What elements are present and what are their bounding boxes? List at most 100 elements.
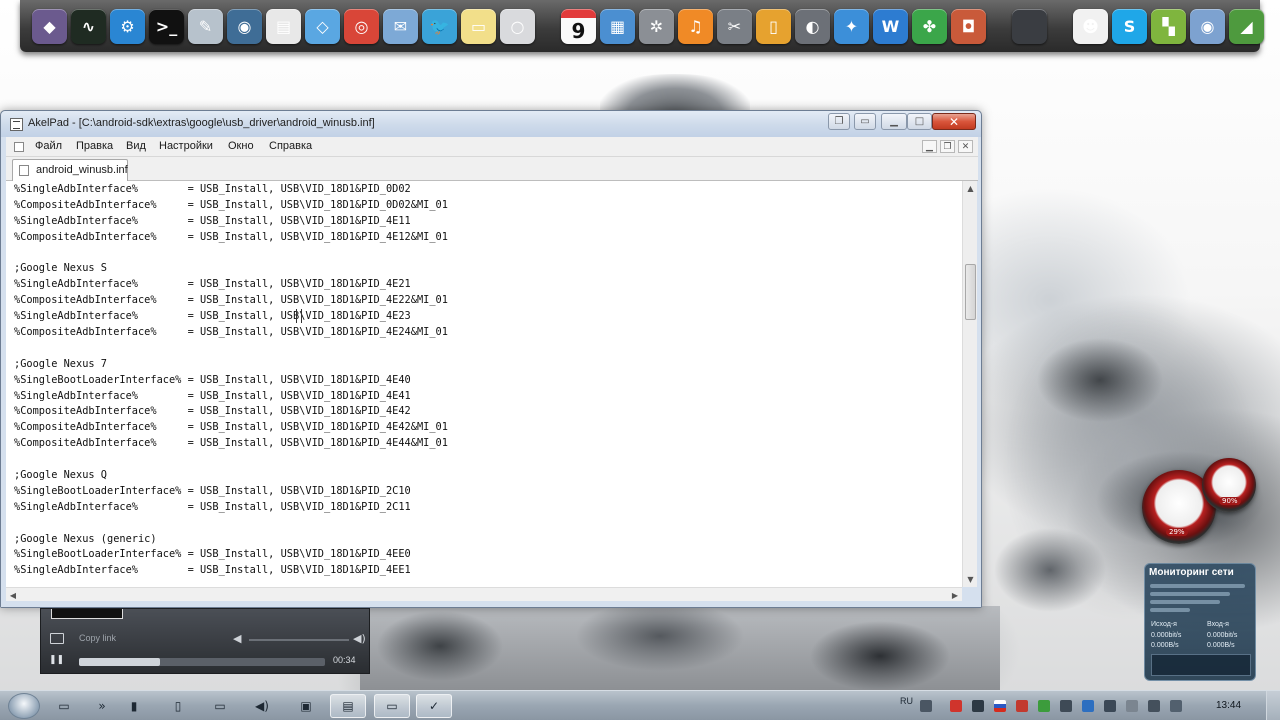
taskbar-clock[interactable]: 13:44 [1216,700,1241,711]
notepad-icon[interactable]: ▤ [266,8,301,44]
taskbar-folder-icon[interactable]: ▮ [116,694,152,718]
dock: ◆ ∿ ⚙ >_ ✎ ◉ ▤ ◇ ◎ ✉ 🐦 ▭ ○ 9 ▦ ✲ ♫ ✂ ▯ ◐ ✦ W ✤ ◘ ☻ S ▚ ◉ ◢ [20,0,1264,52]
volume-low-icon[interactable]: ◀ [233,632,241,645]
code-line: %CompositeAdbInterface% = USB_Install, U… [14,437,448,450]
russian-flag-icon[interactable] [994,700,1006,712]
photo-tool-icon[interactable]: ✂ [717,8,752,44]
disk-utility-icon[interactable]: ◉ [227,8,262,44]
copy-link-label[interactable]: Copy link [79,633,116,643]
taskbar-window-icon[interactable]: ▭ [202,694,238,718]
menu-window[interactable]: Окно [228,140,254,152]
scroll-left-icon[interactable]: ◀ [6,588,20,602]
system-preferences-icon[interactable]: ⚙ [110,8,145,44]
taskbar-overflow-icon[interactable]: » [84,694,120,718]
terminal-icon[interactable]: >_ [149,8,184,44]
wunderlist-icon[interactable]: W [873,8,908,44]
tray-record-icon[interactable] [950,700,962,712]
network-monitor-title: Мониторинг сети [1149,567,1234,578]
close-button[interactable]: ✕ [932,113,976,130]
contacts-icon[interactable]: ☻ [1073,8,1108,44]
tab-bar: android_winusb.inf [6,157,978,181]
menu-view[interactable]: Вид [126,140,146,152]
ibooks-icon[interactable]: ▯ [756,8,791,44]
skype-icon[interactable]: S [1112,8,1147,44]
volume-icon[interactable] [1170,700,1182,712]
menu-help[interactable]: Справка [269,140,312,152]
text-editor[interactable]: %SingleAdbInterface% = USB_Install, USB\… [6,181,962,587]
akelpad-app-icon[interactable] [10,118,23,131]
share-icon[interactable] [50,633,64,644]
tray-device-icon[interactable] [1104,700,1116,712]
blank-app-icon[interactable] [1012,8,1047,44]
launchpad-icon[interactable]: ◆ [32,8,67,44]
show-desktop-button[interactable] [1266,691,1280,720]
safari-icon[interactable]: ✦ [834,8,869,44]
microsoft-icon[interactable]: ▚ [1151,8,1186,44]
mdi-restore-button[interactable]: ❐ [940,140,955,153]
taskbar-gallery-icon[interactable]: ▣ [288,694,324,718]
vertical-scrollbar[interactable]: ▲ ▼ [962,181,977,587]
incoming-label: Вход-я [1207,621,1229,628]
tray-arrow-icon[interactable] [920,700,932,712]
sysmon-icon[interactable]: ◐ [795,8,830,44]
taskbar-audio-icon[interactable]: ◀) [244,694,280,718]
vertical-scroll-thumb[interactable] [965,264,976,320]
twitter-icon[interactable]: 🐦 [422,8,457,44]
tray-bluetooth-icon[interactable] [1082,700,1094,712]
minimize-button[interactable]: ▁ [881,113,907,130]
media-progress-bar[interactable] [79,658,325,666]
volume-high-icon[interactable]: ◀) [353,632,366,645]
finder-icon[interactable]: ○ [500,8,535,44]
scroll-up-icon[interactable]: ▲ [963,181,978,196]
evernote-icon[interactable]: ✤ [912,8,947,44]
taskbar: ▭ » ▮ ▯ ▭ ◀) ▣ ▤ ▭ ✓ RU 13:44 [0,690,1280,720]
browser-icon[interactable]: ◉ [1190,8,1225,44]
blurred-text-line [1150,608,1190,612]
language-indicator[interactable]: RU [900,696,913,706]
tray-network-icon[interactable] [1060,700,1072,712]
scroll-down-icon[interactable]: ▼ [963,572,978,587]
tray-signal-icon[interactable] [1148,700,1160,712]
network-icon[interactable]: ✲ [639,8,674,44]
activity-monitor-icon[interactable]: ∿ [71,8,106,44]
document-menu-icon[interactable] [14,142,24,152]
code-line: %SingleAdbInterface% = USB_Install, USB\… [14,564,411,577]
maximize-button[interactable]: □ [907,113,932,130]
taskbar-explorer-icon[interactable]: ▭ [46,694,82,718]
dropbox-icon[interactable]: ◇ [305,8,340,44]
mail-icon[interactable]: ✉ [383,8,418,44]
tray-monitor-icon[interactable] [972,700,984,712]
preview-icon[interactable]: ▦ [600,8,635,44]
tab-android-winusb[interactable]: android_winusb.inf [12,159,128,181]
restore-icon[interactable]: ❐ [828,113,850,130]
grapher-icon[interactable]: ◢ [1229,8,1264,44]
pin-icon[interactable]: ▭ [854,113,876,130]
taskbar-akelpad-icon[interactable]: ▤ [330,694,366,718]
title-bar[interactable]: AkelPad - [C:\android-sdk\extras\google\… [1,111,981,137]
incoming-rate: 0.000bit/s [1207,632,1238,639]
code-line: ;Google Nexus Q [14,469,107,482]
network-monitor-gadget[interactable]: Мониторинг сети Исход-я Вход-я 0.000bit/… [1144,563,1256,681]
tray-shield-icon[interactable] [1016,700,1028,712]
tray-check-icon[interactable] [1038,700,1050,712]
horizontal-scrollbar[interactable]: ◀ ▶ [6,587,962,601]
start-button[interactable] [8,693,40,719]
tray-printer-icon[interactable] [1126,700,1138,712]
photobooth-icon[interactable]: ◘ [951,8,986,44]
scroll-right-icon[interactable]: ▶ [948,588,962,602]
taskbar-usb-icon[interactable]: ▯ [160,694,196,718]
volume-slider[interactable] [249,639,349,641]
mdi-close-button[interactable]: ✕ [958,140,973,153]
notes-icon[interactable]: ▭ [461,8,496,44]
menu-file[interactable]: Файл [35,140,62,152]
calendar-icon[interactable]: 9 [561,8,596,44]
chrome-icon[interactable]: ◎ [344,8,379,44]
taskbar-notepad-icon[interactable]: ▭ [374,694,410,718]
menu-edit[interactable]: Правка [76,140,113,152]
textedit-icon[interactable]: ✎ [188,8,223,44]
taskbar-app-icon[interactable]: ✓ [416,694,452,718]
itunes-icon[interactable]: ♫ [678,8,713,44]
menu-settings[interactable]: Настройки [159,140,213,152]
pause-icon[interactable]: ❚❚ [49,655,64,667]
mdi-minimize-button[interactable]: ▁ [922,140,937,153]
